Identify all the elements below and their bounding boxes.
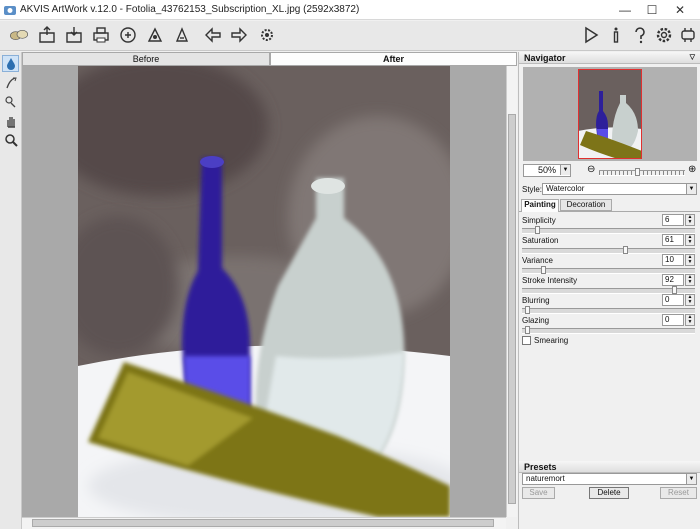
main-toolbar xyxy=(0,21,700,51)
chevron-down-icon: ▼ xyxy=(686,184,696,194)
batch-gear-icon[interactable] xyxy=(256,24,278,46)
saturation-input[interactable]: 61 xyxy=(662,234,684,246)
stepper-arrows-icon: ▲ ▼ xyxy=(687,314,693,325)
hand-icon[interactable] xyxy=(2,112,19,129)
simplicity-input[interactable]: 6 xyxy=(662,214,684,226)
preset-save-button[interactable]: Save xyxy=(522,487,555,499)
style-select[interactable]: Watercolor ▼ xyxy=(542,183,697,195)
presets-header: Presets xyxy=(519,461,700,473)
smearing-checkbox[interactable] xyxy=(522,336,531,345)
blurring-input[interactable]: 0 xyxy=(662,294,684,306)
maximize-button[interactable]: ☐ xyxy=(640,2,664,18)
blurring-stepper[interactable]: ▲ ▼ xyxy=(685,294,695,306)
zoom-select[interactable]: 50% ▼ xyxy=(523,164,571,177)
style-label: Style: xyxy=(522,185,543,194)
share-icon[interactable] xyxy=(117,24,139,46)
zoom-value: 50% xyxy=(537,165,556,175)
smearing-label: Smearing xyxy=(534,336,569,345)
stroke-intensity-label: Stroke Intensity xyxy=(522,276,578,285)
vertical-scroll-thumb[interactable] xyxy=(508,114,516,504)
glazing-slider-thumb[interactable] xyxy=(525,326,530,334)
horizontal-scrollbar[interactable] xyxy=(22,517,506,529)
blurring-label: Blurring xyxy=(522,296,550,305)
variance-stepper[interactable]: ▲ ▼ xyxy=(685,254,695,266)
navigator-preview[interactable] xyxy=(523,67,697,161)
preferences-gear-icon[interactable] xyxy=(653,24,675,46)
title-bar: AKVIS ArtWork v.12.0 - Fotolia_43762153_… xyxy=(0,0,700,20)
saturation-stepper[interactable]: ▲ ▼ xyxy=(685,234,695,246)
chevron-down-icon: ▼ xyxy=(686,474,696,484)
collapse-chevron-icon[interactable]: ▽ xyxy=(690,52,695,64)
style-value: Watercolor xyxy=(546,184,585,193)
horizontal-scroll-thumb[interactable] xyxy=(32,519,494,527)
variance-label: Variance xyxy=(522,256,553,265)
stepper-arrows-icon: ▲ ▼ xyxy=(687,294,693,305)
direction-brush-icon[interactable] xyxy=(2,74,19,91)
zoom-slider-thumb[interactable] xyxy=(635,168,640,176)
saturation-slider-thumb[interactable] xyxy=(622,246,628,254)
presets-select[interactable]: naturemort ▼ xyxy=(522,473,697,485)
tab-painting[interactable]: Painting xyxy=(521,199,559,212)
print-icon[interactable] xyxy=(90,24,112,46)
info-icon[interactable] xyxy=(605,24,627,46)
load-strokes-icon[interactable] xyxy=(144,24,166,46)
stepper-arrows-icon: ▲ ▼ xyxy=(687,254,693,265)
run-play-icon[interactable] xyxy=(580,24,602,46)
akvis-logo-icon xyxy=(4,6,16,15)
drop-tool-icon[interactable] xyxy=(2,55,19,72)
glazing-slider[interactable] xyxy=(522,326,695,334)
save-strokes-icon[interactable] xyxy=(171,24,193,46)
tool-palette xyxy=(0,52,22,529)
save-image-icon[interactable] xyxy=(63,24,85,46)
redo-arrow-icon[interactable] xyxy=(228,24,250,46)
stroke-intensity-input[interactable]: 92 xyxy=(662,274,684,286)
chevron-down-icon: ▼ xyxy=(560,165,570,175)
undo-arrow-icon[interactable] xyxy=(202,24,224,46)
tab-before[interactable]: Before xyxy=(22,52,270,66)
vertical-scrollbar[interactable] xyxy=(506,66,517,517)
navigator-frame[interactable] xyxy=(578,69,642,159)
zoom-slider[interactable] xyxy=(599,168,685,176)
saturation-label: Saturation xyxy=(522,236,559,245)
variance-input[interactable]: 10 xyxy=(662,254,684,266)
preset-value: naturemort xyxy=(526,474,565,483)
blurring-slider-thumb[interactable] xyxy=(525,306,530,314)
glazing-stepper[interactable]: ▲ ▼ xyxy=(685,314,695,326)
navigator-header: Navigator ▽ xyxy=(519,52,700,64)
zoom-in-icon[interactable]: ⊕ xyxy=(688,164,696,175)
view-tabs: Before After xyxy=(22,52,517,66)
stepper-arrows-icon: ▲ ▼ xyxy=(687,234,693,245)
stepper-arrows-icon: ▲ ▼ xyxy=(687,274,693,285)
settings-panel: Navigator ▽ 50% ▼ ⊖ ⊕ Style: Watercolor … xyxy=(518,52,700,529)
home-logo-icon[interactable] xyxy=(4,24,34,46)
zoom-out-icon[interactable]: ⊖ xyxy=(587,164,595,175)
tab-decoration[interactable]: Decoration xyxy=(560,199,612,211)
tab-after[interactable]: After xyxy=(270,52,517,66)
simplicity-slider-thumb[interactable] xyxy=(534,226,540,234)
stroke-intensity-slider-thumb[interactable] xyxy=(672,286,678,294)
navigator-title: Navigator xyxy=(524,53,566,63)
simplicity-stepper[interactable]: ▲ ▼ xyxy=(685,214,695,226)
eraser-strokes-icon[interactable] xyxy=(2,92,19,109)
image-canvas[interactable] xyxy=(22,66,506,517)
preset-reset-button[interactable]: Reset xyxy=(660,487,697,499)
glazing-input[interactable]: 0 xyxy=(662,314,684,326)
watercolor-result-image xyxy=(78,66,450,517)
stroke-intensity-stepper[interactable]: ▲ ▼ xyxy=(685,274,695,286)
close-button[interactable]: ✕ xyxy=(668,2,692,18)
variance-slider-thumb[interactable] xyxy=(541,266,546,274)
minimize-button[interactable]: — xyxy=(613,2,637,18)
glazing-label: Glazing xyxy=(522,316,550,325)
simplicity-label: Simplicity xyxy=(522,216,556,225)
zoom-icon[interactable] xyxy=(2,131,19,148)
presets-title: Presets xyxy=(524,462,557,472)
open-image-icon[interactable] xyxy=(36,24,58,46)
preset-delete-button[interactable]: Delete xyxy=(589,487,629,499)
ai-brain-icon[interactable] xyxy=(677,24,699,46)
help-icon[interactable] xyxy=(629,24,651,46)
window-title: AKVIS ArtWork v.12.0 - Fotolia_43762153_… xyxy=(20,4,360,15)
stepper-arrows-icon: ▲ ▼ xyxy=(687,214,693,225)
